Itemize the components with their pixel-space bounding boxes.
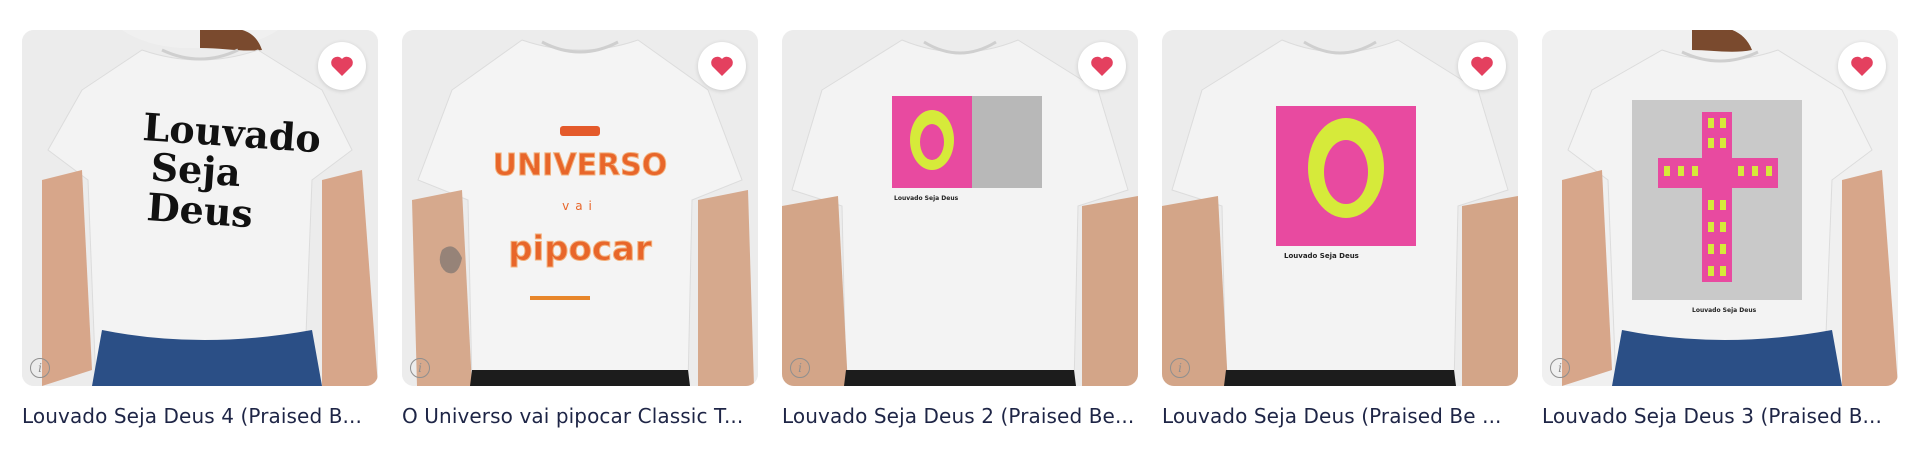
product-title[interactable]: Louvado Seja Deus 4 (Praised B... bbox=[22, 404, 378, 428]
favorite-button[interactable] bbox=[1458, 42, 1506, 90]
product-title[interactable]: Louvado Seja Deus (Praised Be ... bbox=[1162, 404, 1518, 428]
print-caption: Louvado Seja Deus bbox=[1284, 252, 1359, 260]
info-icon[interactable]: i bbox=[790, 358, 810, 378]
info-icon[interactable]: i bbox=[1170, 358, 1190, 378]
print-line-1: UNIVERSO bbox=[493, 148, 668, 183]
heart-icon bbox=[331, 56, 353, 76]
product-image[interactable]: Louvado Seja Deus i bbox=[1542, 30, 1898, 386]
favorite-button[interactable] bbox=[698, 42, 746, 90]
product-title[interactable]: Louvado Seja Deus 3 (Praised B... bbox=[1542, 404, 1898, 428]
info-icon[interactable]: i bbox=[410, 358, 430, 378]
product-image[interactable]: Louvado Seja Deus i bbox=[1162, 30, 1518, 386]
product-card[interactable]: Louvado Seja Deus i Louvado Seja Deus 2 … bbox=[782, 30, 1138, 428]
heart-icon bbox=[711, 56, 733, 76]
favorite-button[interactable] bbox=[1078, 42, 1126, 90]
product-card[interactable]: Louvado Seja Deus i Louvado Seja Deus 3 … bbox=[1542, 30, 1898, 428]
info-icon[interactable]: i bbox=[1550, 358, 1570, 378]
print-caption: Louvado Seja Deus bbox=[894, 195, 959, 202]
product-card[interactable]: UNIVERSO vai pipocar i O Universo vai pi… bbox=[402, 30, 758, 428]
product-title[interactable]: Louvado Seja Deus 2 (Praised Be... bbox=[782, 404, 1138, 428]
product-title[interactable]: O Universo vai pipocar Classic T... bbox=[402, 404, 758, 428]
print-caption: Louvado Seja Deus bbox=[1692, 307, 1757, 314]
product-image[interactable]: Louvado Seja Deus i bbox=[782, 30, 1138, 386]
favorite-button[interactable] bbox=[1838, 42, 1886, 90]
heart-icon bbox=[1091, 56, 1113, 76]
print-line-2: vai bbox=[562, 199, 598, 213]
product-image[interactable]: UNIVERSO vai pipocar i bbox=[402, 30, 758, 386]
favorite-button[interactable] bbox=[318, 42, 366, 90]
product-grid: Louvado Seja Deus i Louvado Seja Deus 4 … bbox=[22, 30, 1898, 428]
print-line-3: pipocar bbox=[508, 229, 652, 269]
heart-icon bbox=[1471, 56, 1493, 76]
product-card[interactable]: Louvado Seja Deus i Louvado Seja Deus (P… bbox=[1162, 30, 1518, 428]
heart-icon bbox=[1851, 56, 1873, 76]
product-card[interactable]: Louvado Seja Deus i Louvado Seja Deus 4 … bbox=[22, 30, 378, 428]
info-icon[interactable]: i bbox=[30, 358, 50, 378]
print-line-3: Deus bbox=[145, 184, 254, 236]
product-image[interactable]: Louvado Seja Deus i bbox=[22, 30, 378, 386]
